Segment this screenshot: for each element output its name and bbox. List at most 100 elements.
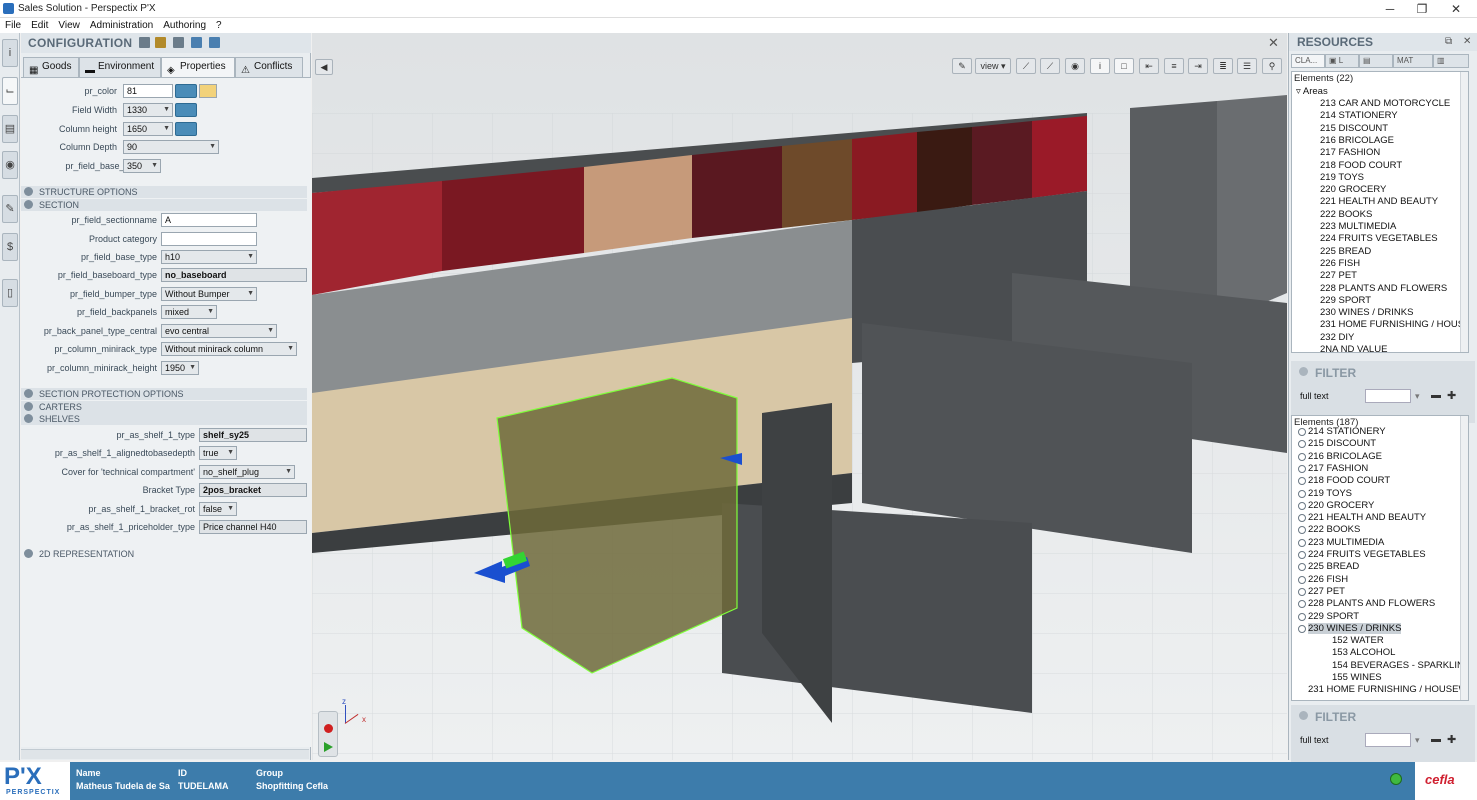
link-icon[interactable]: [175, 84, 197, 98]
tab-goods[interactable]: ▦ Goods: [23, 57, 79, 77]
record-icon[interactable]: [324, 724, 333, 733]
expand-icon[interactable]: [1298, 464, 1306, 473]
element-list-item[interactable]: 223 MULTIMEDIA: [1298, 537, 1384, 548]
expand-icon[interactable]: [1298, 428, 1306, 436]
sub-element-list-item[interactable]: 155 WINES: [1332, 672, 1382, 683]
element-list-item[interactable]: 214 STATIONERY: [1298, 426, 1386, 437]
eye-icon[interactable]: ◉: [1065, 58, 1085, 74]
tab-conflicts[interactable]: ⚠ Conflicts: [235, 57, 303, 77]
area-list-item[interactable]: 223 MULTIMEDIA: [1320, 221, 1396, 232]
back-button[interactable]: ◀: [315, 59, 333, 75]
area-list-item[interactable]: 222 BOOKS: [1320, 209, 1372, 220]
close-button[interactable]: ✕: [1438, 1, 1474, 17]
menu-edit[interactable]: Edit: [26, 18, 53, 33]
element-list-item[interactable]: 217 FASHION: [1298, 463, 1368, 474]
bracket-rot-select[interactable]: false ▼: [199, 502, 237, 516]
remove-filter-icon[interactable]: ▬: [1431, 734, 1441, 745]
area-list-item[interactable]: 221 HEALTH AND BEAUTY: [1320, 196, 1438, 207]
section-shelves[interactable]: SHELVES: [21, 413, 307, 425]
configuration-icon[interactable]: ⌙: [2, 77, 18, 105]
area-list-item[interactable]: 226 FISH: [1320, 258, 1360, 269]
tab-classes[interactable]: CLA...: [1291, 54, 1325, 68]
price-icon[interactable]: $: [2, 233, 18, 261]
align-right-icon[interactable]: ⇥: [1188, 58, 1208, 74]
expand-icon[interactable]: [1298, 563, 1306, 572]
align-left-icon[interactable]: ⇤: [1139, 58, 1159, 74]
area-list-item[interactable]: 219 TOYS: [1320, 172, 1364, 183]
base-depth-select[interactable]: 350 ▼: [123, 159, 161, 173]
distribute-icon[interactable]: ≣: [1213, 58, 1233, 74]
section-structure-options[interactable]: STRUCTURE OPTIONS: [21, 186, 307, 198]
back-panel-central-select[interactable]: evo central ▼: [161, 324, 277, 338]
area-list-item[interactable]: 216 BRICOLAGE: [1320, 135, 1394, 146]
area-list-item[interactable]: 232 DIY: [1320, 332, 1354, 343]
section-section[interactable]: SECTION: [21, 199, 307, 211]
expand-icon[interactable]: [1298, 575, 1306, 584]
expand-icon[interactable]: [1298, 501, 1306, 510]
base-type-select[interactable]: h10 ▼: [161, 250, 257, 264]
area-list-item[interactable]: 231 HOME FURNISHING / HOUSEW: [1320, 319, 1468, 330]
info-icon[interactable]: i: [2, 39, 18, 67]
document-icon[interactable]: ▯: [2, 279, 18, 307]
section-carters[interactable]: CARTERS: [21, 401, 307, 413]
column-depth-select[interactable]: 90 ▼: [123, 140, 219, 154]
expand-icon[interactable]: [1298, 526, 1306, 535]
product-category-input[interactable]: [161, 232, 257, 246]
maximize-button[interactable]: ❐: [1404, 1, 1440, 17]
notes-icon[interactable]: ✎: [2, 195, 18, 223]
element-list-item[interactable]: 231 HOME FURNISHING / HOUSEW: [1308, 684, 1467, 695]
menu-view[interactable]: View: [53, 18, 85, 33]
expand-icon[interactable]: [1298, 600, 1306, 609]
snapshot-icon[interactable]: [173, 37, 184, 48]
connection-status-icon[interactable]: [1390, 773, 1402, 785]
filter-toggle-icon[interactable]: [1299, 711, 1308, 720]
view-dropdown[interactable]: view ▾: [975, 58, 1011, 74]
menu-help[interactable]: ?: [211, 18, 227, 33]
area-list-item[interactable]: 227 PET: [1320, 270, 1357, 281]
bumper-type-select[interactable]: Without Bumper ▼: [161, 287, 257, 301]
save-icon[interactable]: [139, 37, 150, 48]
area-list-item[interactable]: 220 GROCERY: [1320, 184, 1386, 195]
filter-toggle-icon[interactable]: [1299, 367, 1308, 376]
element-list-item[interactable]: 226 FISH: [1298, 574, 1348, 585]
tree-root-areas[interactable]: ▿ Areas: [1296, 86, 1328, 97]
detach-icon[interactable]: ⧉: [1445, 36, 1452, 47]
frame-icon[interactable]: □: [1114, 58, 1134, 74]
color-input[interactable]: 81: [123, 84, 173, 98]
element-list-item[interactable]: 216 BRICOLAGE: [1298, 451, 1382, 462]
3d-scene[interactable]: [312, 33, 1287, 760]
list-scrollbar[interactable]: [1460, 72, 1468, 352]
layers-icon[interactable]: ☰: [1237, 58, 1257, 74]
expand-icon[interactable]: [1298, 477, 1306, 486]
catalog-icon[interactable]: ▤: [2, 115, 18, 143]
filter-dropdown-icon[interactable]: ▾: [1415, 391, 1420, 402]
aligned-select[interactable]: true ▼: [199, 446, 237, 460]
expand-icon[interactable]: [1298, 440, 1306, 449]
tab-libraries[interactable]: ▣ L: [1325, 54, 1359, 68]
filter-input[interactable]: [1365, 389, 1411, 403]
tab-more[interactable]: ▥: [1433, 54, 1469, 68]
element-list-item[interactable]: 215 DISCOUNT: [1298, 438, 1376, 449]
filter-input[interactable]: [1365, 733, 1411, 747]
filter-dropdown-icon[interactable]: ▾: [1415, 735, 1420, 746]
annotation-icon[interactable]: ✎: [952, 58, 972, 74]
expand-icon[interactable]: [1298, 587, 1306, 596]
palette-icon[interactable]: [199, 84, 217, 98]
element-list-item[interactable]: 221 HEALTH AND BEAUTY: [1298, 512, 1426, 523]
link-icon[interactable]: [175, 103, 197, 117]
element-list-item[interactable]: 222 BOOKS: [1298, 524, 1360, 535]
area-list-item[interactable]: 214 STATIONERY: [1320, 110, 1398, 121]
list-scrollbar[interactable]: [1460, 416, 1468, 700]
export-icon[interactable]: [191, 37, 202, 48]
pen-icon[interactable]: ⟋: [1040, 58, 1060, 74]
column-height-select[interactable]: 1650 ▼: [123, 122, 173, 136]
section-name-input[interactable]: A: [161, 213, 257, 227]
minirack-height-select[interactable]: 1950 ▼: [161, 361, 199, 375]
expand-icon[interactable]: [1298, 452, 1306, 461]
sub-element-list-item[interactable]: 154 BEVERAGES - SPARKLING: [1332, 660, 1468, 671]
element-list-item[interactable]: 230 WINES / DRINKS: [1298, 622, 1402, 634]
link-icon[interactable]: [175, 122, 197, 136]
area-list-item[interactable]: 228 PLANTS AND FLOWERS: [1320, 283, 1447, 294]
play-icon[interactable]: [324, 742, 333, 752]
backpanels-select[interactable]: mixed ▼: [161, 305, 217, 319]
